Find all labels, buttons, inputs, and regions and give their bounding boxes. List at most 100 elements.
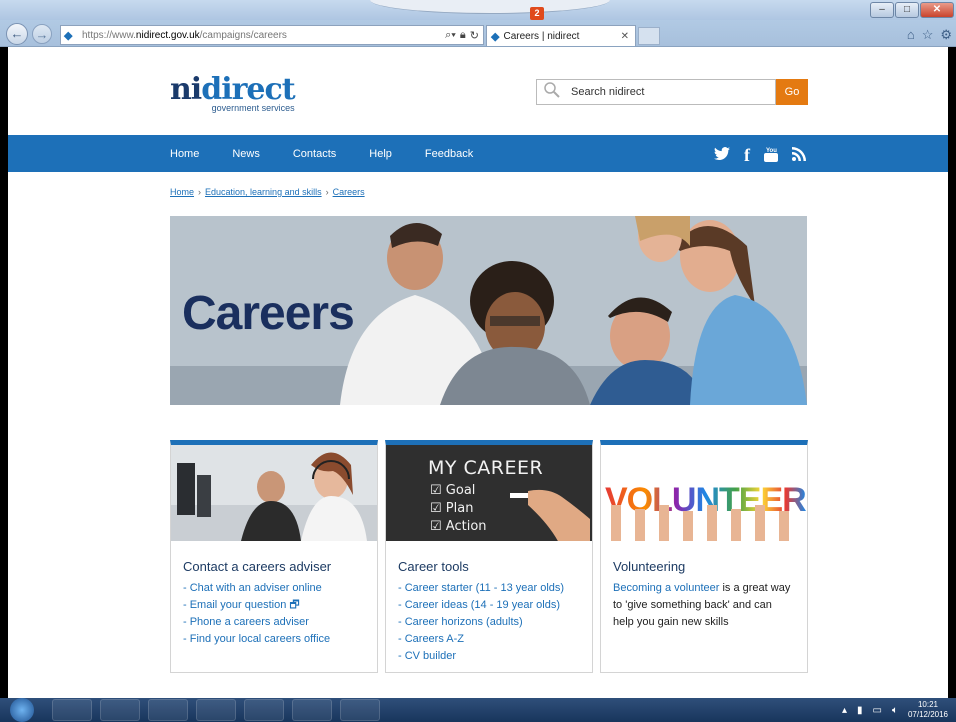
nav-help[interactable]: Help xyxy=(369,148,392,160)
home-icon[interactable]: ⌂ xyxy=(907,27,915,43)
taskbar-internet-explorer-icon[interactable] xyxy=(100,699,140,721)
search-input[interactable] xyxy=(571,86,751,98)
settings-gear-icon[interactable]: ⚙ xyxy=(940,27,952,43)
chalkboard-heading: MY CAREER xyxy=(428,457,544,479)
breadcrumb-home[interactable]: Home xyxy=(170,187,194,197)
link-email-question[interactable]: - Email your question 🗗︎ xyxy=(183,597,377,614)
card-body: Becoming a volunteer is a great way to '… xyxy=(613,580,795,631)
clock-time: 10:21 xyxy=(917,700,938,709)
windows-taskbar: ▴ ▮ ▭ 🔈︎ 10:21 07/12/2016 xyxy=(0,698,956,722)
minimize-button[interactable]: – xyxy=(870,2,894,18)
card-image-call-centre xyxy=(171,445,377,541)
checkbox-icon: ☑ xyxy=(430,483,442,498)
breadcrumb-education[interactable]: Education, learning and skills xyxy=(205,187,322,197)
url-text[interactable]: https://www.nidirect.gov.uk/campaigns/ca… xyxy=(82,30,445,41)
tray-expand-icon[interactable]: ▴ xyxy=(842,705,847,716)
nidirect-logo[interactable]: nidirect government services xyxy=(170,72,296,114)
back-arrow-icon: ← xyxy=(10,26,24,41)
card-image-chalkboard: MY CAREER ☑ Goal ☑ Plan ☑ Action xyxy=(386,445,592,541)
link-email-question-text: - Email your question xyxy=(183,599,287,611)
chalk-item-label: Plan xyxy=(445,501,474,516)
nav-contacts[interactable]: Contacts xyxy=(293,148,336,160)
card-title: Contact a careers adviser xyxy=(183,559,332,574)
card-links: - Career starter (11 - 13 year olds) - C… xyxy=(398,580,592,665)
browser-tab-careers[interactable]: ◆ Careers | nidirect ✕ xyxy=(486,25,636,46)
chalk-item: ☑ Plan xyxy=(430,501,473,516)
link-cv-builder[interactable]: - CV builder xyxy=(398,648,592,665)
main-navbar: Home News Contacts Help Feedback f You xyxy=(8,135,948,172)
taskbar-folder-icon[interactable] xyxy=(196,699,236,721)
browser-right-tools: ⌂ ☆ ⚙ xyxy=(907,27,952,43)
facebook-icon[interactable]: f xyxy=(744,145,750,166)
taskbar-office-icon[interactable] xyxy=(340,699,380,721)
tray-volume-icon[interactable]: 🔈︎ xyxy=(892,705,898,716)
url-path: /campaigns/careers xyxy=(199,29,287,41)
maximize-button[interactable]: □ xyxy=(895,2,919,18)
chalk-item-label: Goal xyxy=(445,483,476,498)
address-tools: ⌕▾ 🔒︎ ↻ xyxy=(445,29,479,42)
nav-home[interactable]: Home xyxy=(170,148,199,160)
taskbar-clock[interactable]: 10:21 07/12/2016 xyxy=(908,700,948,720)
rss-icon[interactable] xyxy=(792,147,806,164)
address-bar[interactable]: ◆ https://www.nidirect.gov.uk/campaigns/… xyxy=(60,25,484,45)
close-window-button[interactable]: ✕ xyxy=(920,2,954,18)
hero-title: Careers xyxy=(182,287,355,340)
search-icon xyxy=(543,81,567,103)
search-dropdown-icon[interactable]: ⌕▾ xyxy=(445,29,456,42)
card-career-tools: MY CAREER ☑ Goal ☑ Plan ☑ Action Career … xyxy=(385,440,593,673)
link-becoming-volunteer[interactable]: Becoming a volunteer xyxy=(613,582,719,594)
taskbar-chrome-icon[interactable] xyxy=(244,699,284,721)
link-phone-adviser[interactable]: - Phone a careers adviser xyxy=(183,614,377,631)
youtube-icon[interactable]: You xyxy=(764,146,778,165)
chalk-item: ☑ Action xyxy=(430,519,487,534)
card-image-volunteer: VOLUNTEER xyxy=(601,445,807,541)
site-favicon-icon: ◆ xyxy=(64,29,73,42)
breadcrumb-careers[interactable]: Careers xyxy=(333,187,365,197)
chalk-item: ☑ Goal xyxy=(430,483,475,498)
card-contact-adviser: Contact a careers adviser - Chat with an… xyxy=(170,440,378,673)
search-go-button[interactable]: Go xyxy=(776,79,808,105)
raised-hands xyxy=(611,505,789,541)
link-career-ideas[interactable]: - Career ideas (14 - 19 year olds) xyxy=(398,597,592,614)
forward-arrow-icon: → xyxy=(35,27,49,42)
tray-network-icon[interactable]: ▭ xyxy=(873,705,882,716)
taskbar-media-player-icon[interactable] xyxy=(148,699,188,721)
forward-button[interactable]: → xyxy=(32,24,52,44)
link-careers-a-z[interactable]: - Careers A-Z xyxy=(398,631,592,648)
hand-with-chalk xyxy=(510,489,590,541)
tray-power-icon[interactable]: ▮ xyxy=(857,705,863,716)
logo-direct: direct xyxy=(201,72,295,107)
checkbox-icon: ☑ xyxy=(430,501,442,516)
link-find-office[interactable]: - Find your local careers office xyxy=(183,631,377,648)
lock-icon[interactable]: 🔒︎ xyxy=(460,29,466,42)
tab-close-icon[interactable]: ✕ xyxy=(621,31,629,42)
breadcrumb-separator: › xyxy=(198,187,202,197)
link-chat-adviser[interactable]: - Chat with an adviser online xyxy=(183,580,377,597)
clock-date: 07/12/2016 xyxy=(907,710,948,719)
refresh-icon[interactable]: ↻ xyxy=(470,29,479,42)
nav-feedback[interactable]: Feedback xyxy=(425,148,473,160)
browser-chrome: 2 – □ ✕ ← → ◆ https://www.nidirect.gov.u… xyxy=(0,0,956,47)
back-button[interactable]: ← xyxy=(6,23,28,45)
breadcrumb: Home › Education, learning and skills › Care… xyxy=(170,187,365,197)
favorites-star-icon[interactable]: ☆ xyxy=(922,27,934,43)
url-domain: nidirect.gov.uk xyxy=(135,29,200,41)
page-viewport: nidirect government services Go Home New… xyxy=(8,47,948,698)
card-links: - Chat with an adviser online - Email yo… xyxy=(183,580,377,648)
taskbar-file-explorer-icon[interactable] xyxy=(52,699,92,721)
search-box[interactable] xyxy=(536,79,776,105)
email-icon: 🗗︎ xyxy=(289,599,300,611)
start-button[interactable] xyxy=(10,698,34,722)
checkbox-icon: ☑ xyxy=(430,519,442,534)
link-career-horizons[interactable]: - Career horizons (adults) xyxy=(398,614,592,631)
notification-badge: 2 xyxy=(530,7,544,20)
nav-links: Home News Contacts Help Feedback xyxy=(170,135,506,172)
taskbar-app-icon[interactable] xyxy=(292,699,332,721)
system-tray: ▴ ▮ ▭ 🔈︎ 10:21 07/12/2016 xyxy=(842,700,948,720)
link-career-starter[interactable]: - Career starter (11 - 13 year olds) xyxy=(398,580,592,597)
nav-news[interactable]: News xyxy=(232,148,260,160)
new-tab-button[interactable] xyxy=(638,27,660,45)
card-title: Career tools xyxy=(398,559,469,574)
tab-favicon-icon: ◆ xyxy=(491,30,500,43)
twitter-icon[interactable] xyxy=(714,147,730,164)
